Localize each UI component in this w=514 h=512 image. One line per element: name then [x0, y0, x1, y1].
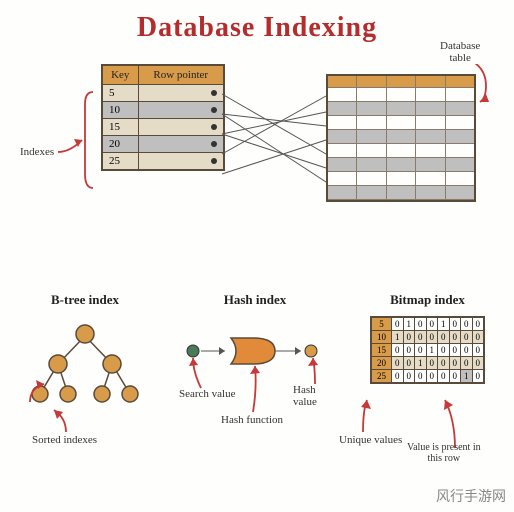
- hash-arrows: [175, 292, 345, 462]
- section-hash: Hash index Search value Hash function Ha…: [175, 292, 335, 411]
- index-key-cell: 10: [102, 102, 138, 119]
- db-row: [328, 144, 474, 158]
- index-header-key: Key: [102, 65, 138, 85]
- hash-annot-function: Hash function: [221, 414, 283, 426]
- pointer-dot: [211, 158, 217, 164]
- index-pointer-cell: [138, 85, 224, 102]
- index-key-cell: 5: [102, 85, 138, 102]
- db-row: [328, 116, 474, 130]
- db-row: [328, 88, 474, 102]
- watermark: 风行手游网: [436, 486, 506, 506]
- db-row: [328, 158, 474, 172]
- hash-annot-search: Search value: [179, 388, 236, 400]
- index-table: KeyRow pointer 5 10 15 20 25: [101, 64, 225, 171]
- section-btree: B-tree index Sorted indexes: [10, 292, 160, 421]
- db-row: [328, 102, 474, 116]
- index-header-pointer: Row pointer: [138, 65, 224, 85]
- top-diagram: KeyRow pointer 5 10 15 20 25 Indexes D: [0, 64, 514, 244]
- index-pointer-cell: [138, 119, 224, 136]
- label-indexes: Indexes: [20, 146, 54, 158]
- index-pointer-cell: [138, 136, 224, 153]
- pointer-dot: [211, 90, 217, 96]
- page-title: Database Indexing: [0, 12, 514, 44]
- index-key-cell: 15: [102, 119, 138, 136]
- pointer-dot: [211, 124, 217, 130]
- section-bitmap: Bitmap index 501001000101000000015000100…: [345, 292, 510, 384]
- database-table: [326, 74, 476, 202]
- index-pointer-cell: [138, 102, 224, 119]
- lower-section: B-tree index Sorted indexes Hash index: [0, 292, 514, 487]
- bitmap-annot-unique: Unique values: [339, 434, 402, 446]
- index-pointer-cell: [138, 153, 224, 171]
- label-database-table: Database table: [440, 40, 480, 64]
- db-row: [328, 186, 474, 200]
- pointer-dot: [211, 141, 217, 147]
- index-key-cell: 20: [102, 136, 138, 153]
- db-row: [328, 172, 474, 186]
- btree-annot: Sorted indexes: [32, 434, 97, 446]
- btree-arrow: [10, 292, 170, 452]
- hash-annot-value: Hash value: [293, 384, 335, 408]
- db-row: [328, 130, 474, 144]
- bitmap-annot-present: Value is present in this row: [407, 442, 481, 464]
- db-row-header: [328, 76, 474, 88]
- index-key-cell: 25: [102, 153, 138, 171]
- pointer-dot: [211, 107, 217, 113]
